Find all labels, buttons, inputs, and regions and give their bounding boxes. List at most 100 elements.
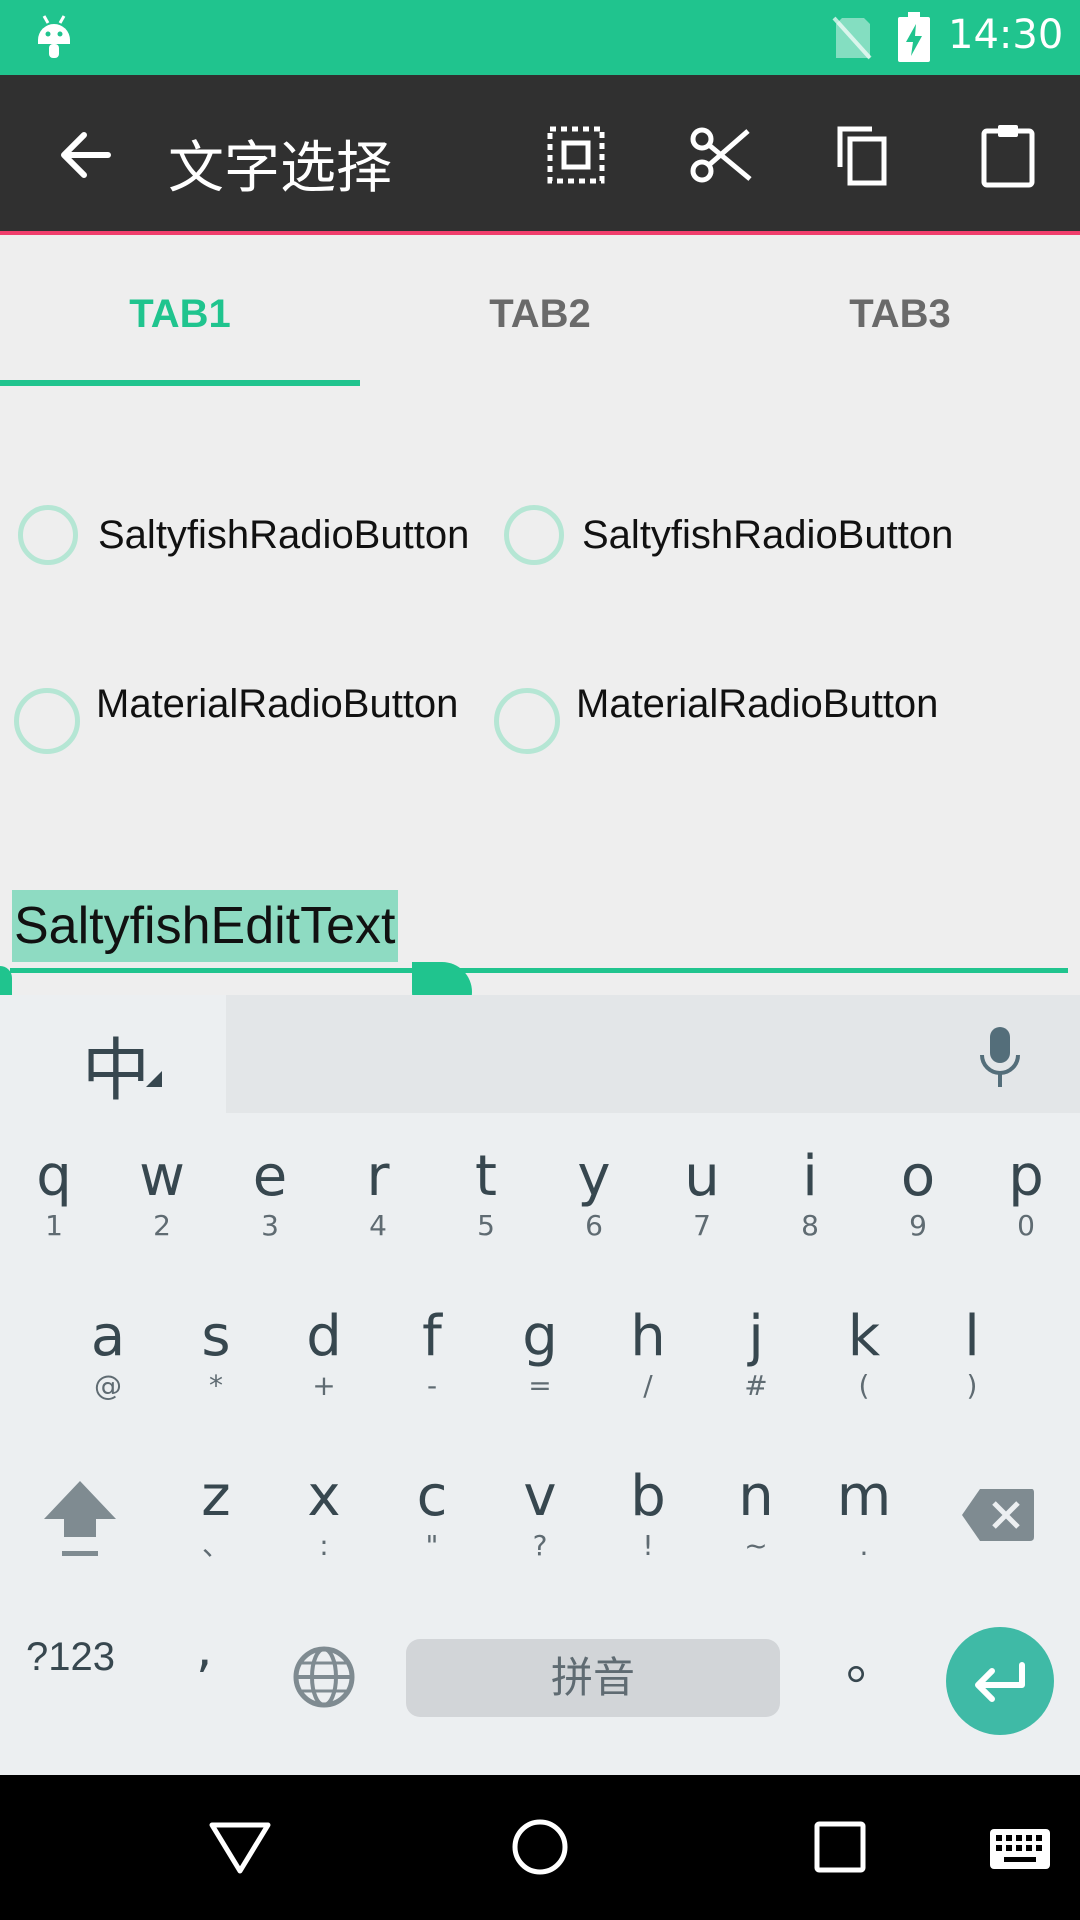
comma-key[interactable]: , bbox=[196, 1619, 213, 1679]
key-hint: " bbox=[425, 1529, 439, 1562]
key-n[interactable]: n ~ bbox=[702, 1465, 810, 1625]
key-h[interactable]: h / bbox=[594, 1305, 702, 1465]
language-key-label: 中 bbox=[82, 1032, 151, 1111]
material-radio-button-2[interactable]: MaterialRadioButton bbox=[494, 682, 938, 754]
action-mode-bar: 文字选择 bbox=[0, 75, 1080, 235]
key-letter: b bbox=[630, 1464, 666, 1529]
key-letter: i bbox=[802, 1144, 818, 1209]
period-key[interactable]: 。 bbox=[846, 1619, 898, 1694]
key-k[interactable]: k( bbox=[810, 1305, 918, 1465]
page-title: 文字选择 bbox=[168, 136, 392, 201]
back-arrow-icon[interactable] bbox=[48, 119, 120, 191]
saltyfish-radio-button-1[interactable]: SaltyfishRadioButton bbox=[18, 505, 469, 565]
key-z[interactable]: z、 bbox=[162, 1465, 270, 1625]
saltyfish-edit-text[interactable]: SaltyfishEditText bbox=[10, 890, 1068, 973]
key-x[interactable]: x: bbox=[270, 1465, 378, 1625]
key-p[interactable]: p0 bbox=[972, 1145, 1080, 1305]
key-r[interactable]: r4 bbox=[324, 1145, 432, 1305]
radio-label: MaterialRadioButton bbox=[96, 682, 459, 726]
paste-icon[interactable] bbox=[972, 119, 1044, 191]
saltyfish-radio-button-2[interactable]: SaltyfishRadioButton bbox=[504, 505, 953, 565]
radio-circle-icon bbox=[18, 505, 78, 565]
key-letter: v bbox=[523, 1464, 557, 1529]
key-hint: - bbox=[426, 1369, 438, 1402]
key-hint: 3 bbox=[261, 1209, 279, 1242]
enter-arrow-icon bbox=[975, 1662, 1025, 1702]
key-g[interactable]: g = bbox=[486, 1305, 594, 1465]
key-letter: s bbox=[201, 1304, 231, 1369]
key-d[interactable]: d + bbox=[270, 1305, 378, 1465]
key-letter: e bbox=[252, 1144, 288, 1209]
corner-triangle-icon bbox=[146, 1071, 162, 1087]
globe-icon[interactable] bbox=[292, 1645, 356, 1709]
key-hint: 6 bbox=[585, 1209, 603, 1242]
key-m[interactable]: m. bbox=[810, 1465, 918, 1625]
key-y[interactable]: y6 bbox=[540, 1145, 648, 1305]
key-letter: h bbox=[630, 1304, 666, 1369]
key-f[interactable]: f- bbox=[378, 1305, 486, 1465]
recents-nav-icon[interactable] bbox=[812, 1815, 868, 1879]
key-e[interactable]: e3 bbox=[216, 1145, 324, 1305]
key-letter: q bbox=[36, 1144, 72, 1209]
key-u[interactable]: u7 bbox=[648, 1145, 756, 1305]
back-nav-icon[interactable] bbox=[208, 1815, 272, 1879]
key-l[interactable]: l) bbox=[918, 1305, 1026, 1465]
key-letter: o bbox=[900, 1144, 936, 1209]
tab-2[interactable]: TAB2 bbox=[360, 239, 720, 389]
tab-1[interactable]: TAB1 bbox=[0, 239, 360, 389]
home-nav-icon[interactable] bbox=[508, 1815, 572, 1879]
keyboard-switch-icon[interactable] bbox=[988, 1827, 1052, 1871]
key-a[interactable]: a @ bbox=[54, 1305, 162, 1465]
key-hint: 、 bbox=[201, 1529, 230, 1562]
battery-charging-icon bbox=[898, 12, 930, 62]
key-s[interactable]: s * bbox=[162, 1305, 270, 1465]
copy-icon[interactable] bbox=[828, 119, 900, 191]
key-letter: y bbox=[577, 1144, 611, 1209]
radio-circle-icon bbox=[494, 688, 560, 754]
key-letter: t bbox=[475, 1144, 497, 1209]
key-c[interactable]: c " bbox=[378, 1465, 486, 1625]
symbols-key[interactable]: ?123 bbox=[26, 1635, 115, 1680]
key-letter: j bbox=[748, 1304, 764, 1369]
radio-label: SaltyfishRadioButton bbox=[582, 513, 954, 557]
key-hint: @ bbox=[94, 1369, 122, 1402]
key-hint: 8 bbox=[801, 1209, 819, 1242]
select-all-icon[interactable] bbox=[540, 119, 612, 191]
radio-label: MaterialRadioButton bbox=[576, 682, 939, 726]
key-q[interactable]: q1 bbox=[0, 1145, 108, 1305]
enter-key[interactable] bbox=[946, 1627, 1054, 1735]
tab-3[interactable]: TAB3 bbox=[720, 239, 1080, 389]
selected-text[interactable]: SaltyfishEditText bbox=[12, 890, 398, 962]
key-letter: d bbox=[306, 1304, 342, 1369]
key-v[interactable]: v? bbox=[486, 1465, 594, 1625]
material-radio-button-1[interactable]: MaterialRadioButton bbox=[14, 682, 458, 754]
key-letter: p bbox=[1008, 1144, 1044, 1209]
key-b[interactable]: b! bbox=[594, 1465, 702, 1625]
key-letter: n bbox=[738, 1464, 774, 1529]
backspace-icon[interactable] bbox=[960, 1487, 1036, 1543]
key-i[interactable]: i8 bbox=[756, 1145, 864, 1305]
key-w[interactable]: w2 bbox=[108, 1145, 216, 1305]
key-letter: m bbox=[836, 1464, 892, 1529]
key-letter: z bbox=[201, 1464, 231, 1529]
microphone-icon[interactable] bbox=[976, 1025, 1024, 1089]
shift-icon[interactable] bbox=[40, 1475, 120, 1565]
key-t[interactable]: t5 bbox=[432, 1145, 540, 1305]
key-o[interactable]: o9 bbox=[864, 1145, 972, 1305]
key-hint: + bbox=[312, 1369, 336, 1402]
key-hint: 5 bbox=[477, 1209, 495, 1242]
no-sim-icon bbox=[832, 16, 872, 60]
key-hint: = bbox=[528, 1369, 552, 1402]
radio-label: SaltyfishRadioButton bbox=[98, 513, 470, 557]
key-j[interactable]: j # bbox=[702, 1305, 810, 1465]
suggestion-bar bbox=[226, 995, 1080, 1113]
key-hint: ? bbox=[532, 1529, 548, 1562]
cut-icon[interactable] bbox=[684, 119, 756, 191]
language-switch-key[interactable]: 中 bbox=[0, 995, 226, 1113]
key-letter: r bbox=[366, 1144, 390, 1209]
key-hint: 1 bbox=[45, 1209, 63, 1242]
key-hint: 2 bbox=[153, 1209, 171, 1242]
key-hint: ( bbox=[858, 1369, 870, 1402]
key-hint: 9 bbox=[909, 1209, 927, 1242]
space-key[interactable]: 拼音 bbox=[406, 1639, 780, 1717]
